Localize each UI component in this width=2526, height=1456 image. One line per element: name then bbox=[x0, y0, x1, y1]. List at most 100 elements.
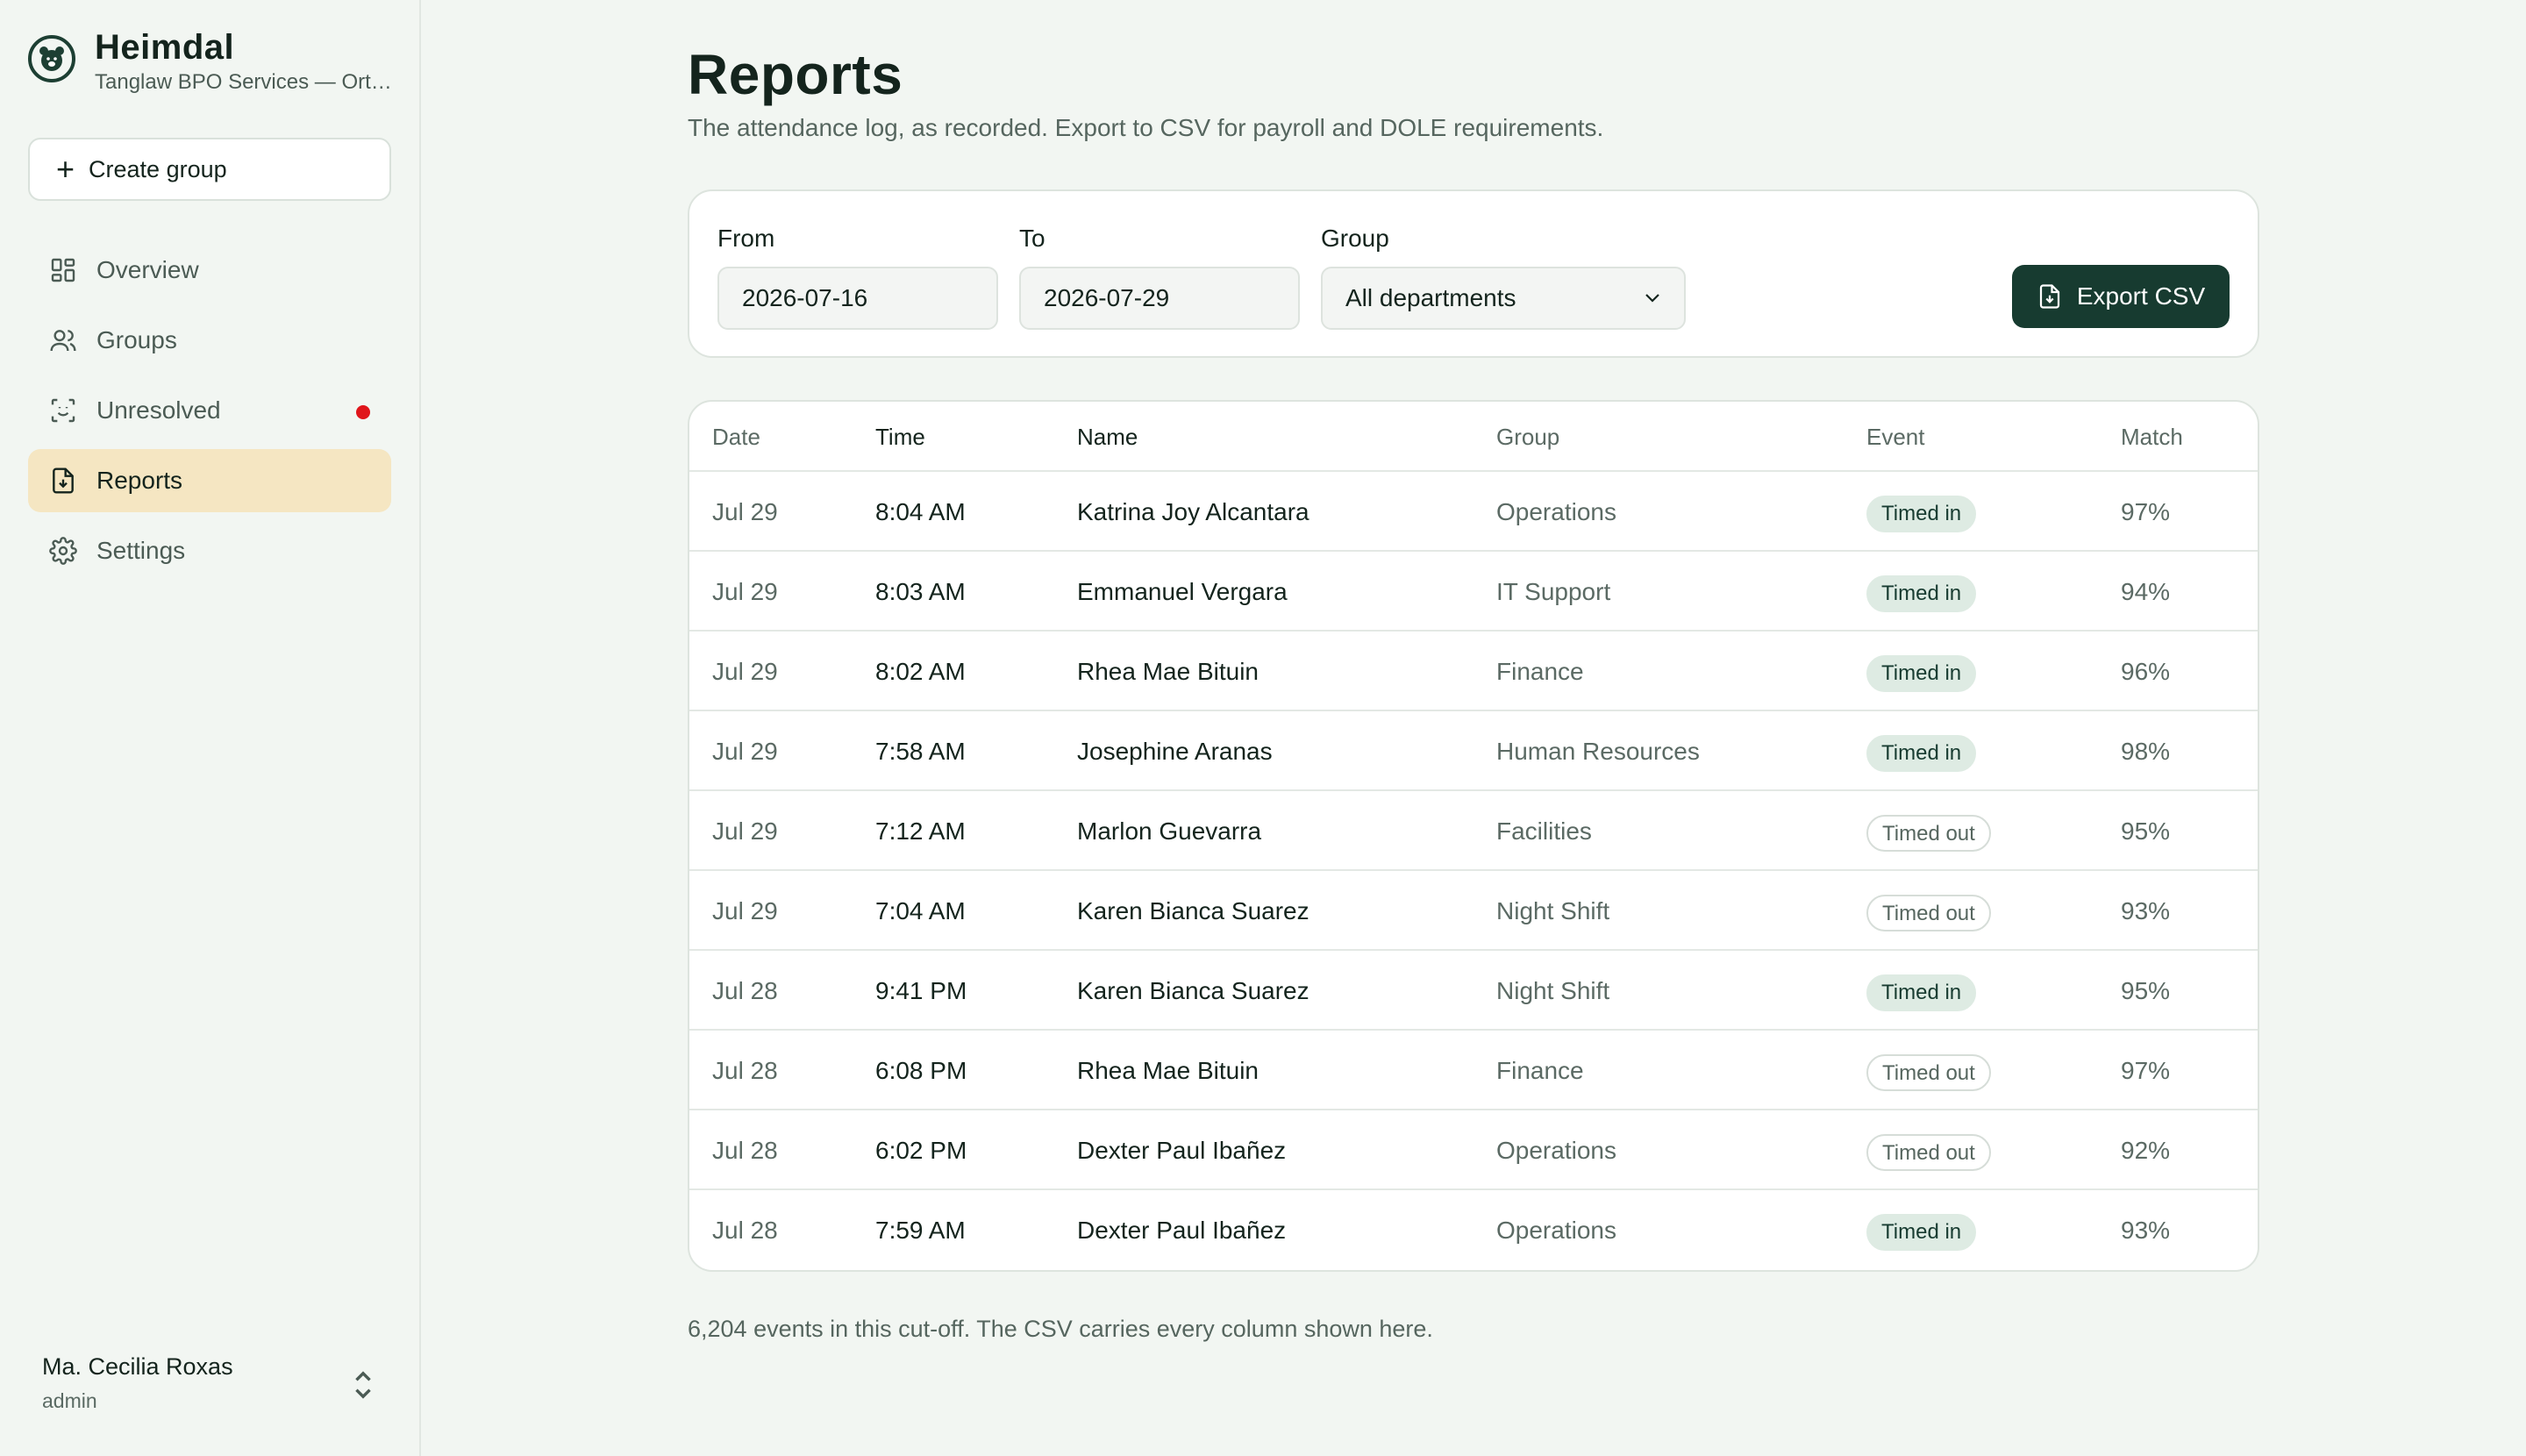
cell-name: Josephine Aranas bbox=[1077, 738, 1273, 765]
sidebar-item-reports[interactable]: Reports bbox=[28, 449, 391, 512]
event-badge: Timed out bbox=[1866, 1053, 1991, 1091]
group-label: Group bbox=[1321, 225, 1389, 252]
cell-date: Jul 29 bbox=[712, 897, 778, 924]
event-badge: Timed in bbox=[1866, 1213, 1977, 1251]
cell-time: 8:03 AM bbox=[875, 578, 966, 605]
sidebar-item-label: Groups bbox=[96, 326, 177, 353]
cell-group: Operations bbox=[1496, 1137, 1616, 1164]
cell-group: Facilities bbox=[1496, 817, 1592, 845]
cell-group: Night Shift bbox=[1496, 897, 1610, 924]
cell-time: 9:41 PM bbox=[875, 977, 967, 1004]
table-row[interactable]: Jul 29 8:03 AM Emmanuel Vergara IT Support T… bbox=[689, 552, 2258, 632]
to-date-input[interactable]: 2026-07-29 bbox=[1019, 267, 1300, 330]
table-row[interactable]: Jul 28 7:59 AM Dexter Paul Ibañez Operation… bbox=[689, 1190, 2258, 1270]
sidebar-item-overview[interactable]: Overview bbox=[28, 239, 391, 302]
table-row[interactable]: Jul 29 7:58 AM Josephine Aranas Human Resou… bbox=[689, 711, 2258, 791]
event-badge: Timed in bbox=[1866, 734, 1977, 772]
cell-event: Timed out bbox=[1866, 791, 1991, 871]
group-select-value: All departments bbox=[1345, 284, 1516, 311]
column-header-date: Date bbox=[712, 424, 760, 450]
table-row[interactable]: Jul 29 8:04 AM Katrina Joy Alcantara Operat… bbox=[689, 472, 2258, 552]
cell-group: Human Resources bbox=[1496, 738, 1700, 765]
cell-match: 97% bbox=[2121, 498, 2171, 525]
users-icon bbox=[50, 330, 76, 352]
cell-name: Rhea Mae Bituin bbox=[1077, 658, 1259, 685]
cell-date: Jul 28 bbox=[712, 1137, 778, 1164]
cell-name: Karen Bianca Suarez bbox=[1077, 897, 1309, 924]
cell-match: 95% bbox=[2121, 977, 2171, 1004]
sidebar-nav: Overview Groups Unresolved Reports Setti… bbox=[28, 239, 391, 589]
cell-event: Timed in bbox=[1866, 711, 1977, 791]
cell-date: Jul 29 bbox=[712, 817, 778, 845]
cell-name: Katrina Joy Alcantara bbox=[1077, 498, 1309, 525]
from-date-input[interactable]: 2026-07-16 bbox=[717, 267, 998, 330]
cell-name: Marlon Guevarra bbox=[1077, 817, 1262, 845]
user-name: Ma. Cecilia Roxas bbox=[42, 1353, 233, 1380]
cell-match: 93% bbox=[2121, 897, 2171, 924]
table-row[interactable]: Jul 28 9:41 PM Karen Bianca Suarez Night Sh… bbox=[689, 951, 2258, 1031]
cell-match: 95% bbox=[2121, 817, 2171, 845]
table-row[interactable]: Jul 28 6:08 PM Rhea Mae Bituin Finance Timed… bbox=[689, 1031, 2258, 1110]
cell-time: 6:02 PM bbox=[875, 1137, 967, 1164]
cell-match: 93% bbox=[2121, 1217, 2171, 1244]
column-header-event: Event bbox=[1866, 424, 1925, 450]
cell-match: 98% bbox=[2121, 738, 2171, 765]
cell-group: Finance bbox=[1496, 1057, 1584, 1084]
table-row[interactable]: Jul 28 6:02 PM Dexter Paul Ibañez Operation… bbox=[689, 1110, 2258, 1190]
cell-event: Timed out bbox=[1866, 871, 1991, 951]
cell-time: 7:04 AM bbox=[875, 897, 966, 924]
page-subtitle: The attendance log, as recorded. Export … bbox=[688, 114, 1604, 141]
cell-name: Dexter Paul Ibañez bbox=[1077, 1137, 1287, 1164]
from-label: From bbox=[717, 225, 775, 252]
sidebar-item-label: Unresolved bbox=[96, 396, 221, 424]
cell-time: 7:12 AM bbox=[875, 817, 966, 845]
sidebar-item-label: Reports bbox=[96, 467, 183, 494]
event-badge: Timed in bbox=[1866, 974, 1977, 1011]
cell-time: 7:59 AM bbox=[875, 1217, 966, 1244]
table-header: Date Time Name Group Event Match bbox=[689, 402, 2258, 472]
cell-group: Operations bbox=[1496, 498, 1616, 525]
brand: Heimdal Tanglaw BPO Services — Ortigas bbox=[28, 28, 393, 95]
sidebar-item-unresolved[interactable]: Unresolved bbox=[28, 379, 391, 442]
column-header-time: Time bbox=[875, 424, 925, 450]
cell-match: 94% bbox=[2121, 578, 2171, 605]
cell-event: Timed in bbox=[1866, 1190, 1977, 1270]
event-badge: Timed out bbox=[1866, 1133, 1991, 1171]
chevron-down-icon bbox=[1645, 294, 1659, 303]
sidebar-item-settings[interactable]: Settings bbox=[28, 519, 391, 582]
filter-panel: From 2026-07-16 To 2026-07-29 Group All … bbox=[688, 189, 2259, 358]
sidebar: Heimdal Tanglaw BPO Services — Ortigas +… bbox=[0, 0, 421, 1456]
create-group-label: Create group bbox=[89, 155, 227, 182]
cell-time: 8:04 AM bbox=[875, 498, 966, 525]
table-row[interactable]: Jul 29 7:04 AM Karen Bianca Suarez Night Sh… bbox=[689, 871, 2258, 951]
bear-logo-icon bbox=[28, 35, 75, 82]
cell-time: 6:08 PM bbox=[875, 1057, 967, 1084]
chevron-up-down-icon[interactable] bbox=[351, 1370, 375, 1400]
file-download-icon bbox=[2039, 284, 2059, 309]
user-profile[interactable]: Ma. Cecilia Roxas admin bbox=[42, 1353, 375, 1413]
organization-name: Tanglaw BPO Services — Ortigas bbox=[95, 70, 393, 94]
cell-date: Jul 28 bbox=[712, 1217, 778, 1244]
cell-date: Jul 29 bbox=[712, 498, 778, 525]
report-file-icon bbox=[53, 467, 74, 494]
column-header-name: Name bbox=[1077, 424, 1138, 450]
cell-event: Timed in bbox=[1866, 951, 1977, 1031]
page-title: Reports bbox=[688, 43, 903, 106]
cell-name: Emmanuel Vergara bbox=[1077, 578, 1288, 605]
cell-group: Night Shift bbox=[1496, 977, 1610, 1004]
table-row[interactable]: Jul 29 8:02 AM Rhea Mae Bituin Finance Timed… bbox=[689, 632, 2258, 711]
cell-event: Timed in bbox=[1866, 632, 1977, 711]
export-csv-button[interactable]: Export CSV bbox=[2012, 265, 2230, 328]
sidebar-item-groups[interactable]: Groups bbox=[28, 309, 391, 372]
create-group-button[interactable]: + Create group bbox=[28, 138, 391, 201]
cell-name: Dexter Paul Ibañez bbox=[1077, 1217, 1287, 1244]
cell-time: 8:02 AM bbox=[875, 658, 966, 685]
cell-match: 97% bbox=[2121, 1057, 2171, 1084]
dashboard-icon bbox=[51, 258, 75, 282]
group-select[interactable]: All departments bbox=[1321, 267, 1686, 330]
cell-time: 7:58 AM bbox=[875, 738, 966, 765]
attendance-table: Date Time Name Group Event Match Jul 29 8… bbox=[688, 400, 2259, 1272]
unresolved-alert-dot bbox=[356, 405, 370, 419]
table-row[interactable]: Jul 29 7:12 AM Marlon Guevarra Facilities Ti… bbox=[689, 791, 2258, 871]
event-badge: Timed out bbox=[1866, 814, 1991, 852]
